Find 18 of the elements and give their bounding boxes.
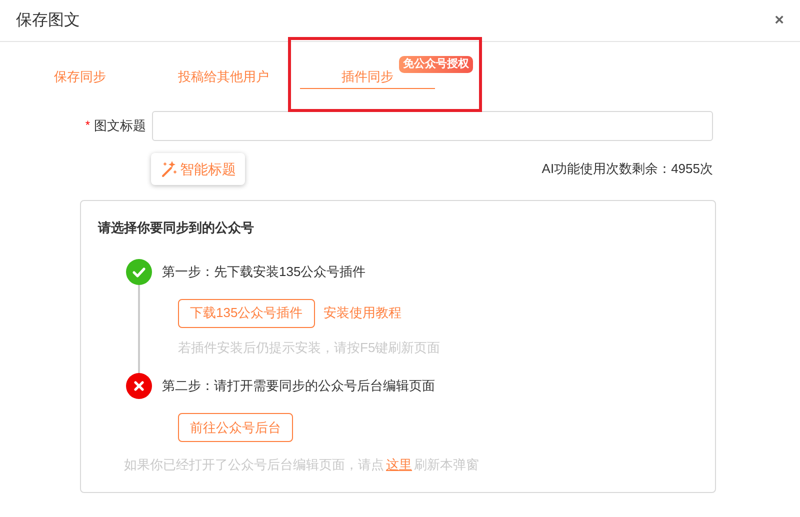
panel-heading: 请选择你要同步到的公众号 [98, 219, 255, 237]
tab-badge: 免公众号授权 [399, 56, 473, 73]
close-button[interactable]: × [774, 12, 784, 28]
step-button[interactable]: 前往公众号后台 [178, 413, 293, 442]
ai-quota-text: AI功能使用次数剩余：4955次 [542, 160, 713, 178]
smart-title-button[interactable]: 智能标题 [151, 153, 245, 185]
step-text: 第一步：先下载安装135公众号插件 [162, 262, 366, 281]
step-button[interactable]: 下载135公众号插件 [178, 298, 315, 328]
title-input[interactable] [152, 111, 713, 141]
field-label: 图文标题 [94, 117, 146, 136]
step-text: 第二步：请打开需要同步的公众号后台编辑页面 [162, 377, 435, 396]
tutorial-link[interactable]: 安装使用教程 [324, 303, 402, 323]
tab[interactable]: 保存同步 [46, 61, 114, 89]
magic-wand-icon [160, 160, 178, 178]
tab[interactable]: 投稿给其他用户 [170, 61, 277, 89]
dialog-title: 保存图文 [16, 10, 80, 30]
refresh-link[interactable]: 这里 [384, 457, 414, 472]
required-mark: * [85, 117, 90, 134]
